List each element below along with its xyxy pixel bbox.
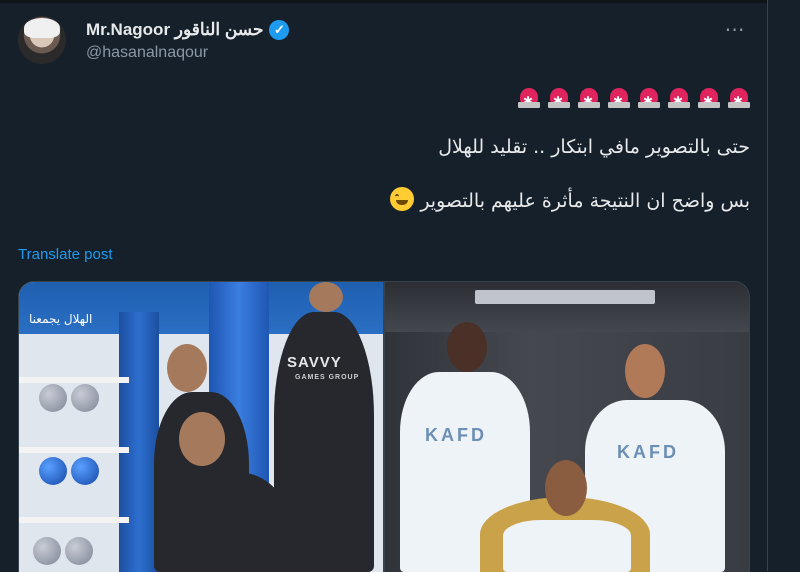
- siren-emoji-icon: [548, 86, 570, 116]
- tweet-text-line-2: بس واضح ان النتيجة مأثرة عليهم بالتصوير: [300, 186, 750, 216]
- shelf: [19, 447, 129, 453]
- player-standing: [274, 312, 374, 572]
- tweet-text: حتى بالتصوير مافي ابتكار .. تقليد للهلال…: [300, 82, 750, 216]
- photo-right[interactable]: KAFD KAFD: [385, 282, 749, 572]
- ball: [33, 537, 61, 565]
- grinning-emoji-icon: [390, 187, 415, 211]
- player-seated: [164, 472, 284, 572]
- jersey-sponsor: KAFD: [617, 442, 679, 462]
- ball: [39, 384, 67, 412]
- tweet-text-line-1: حتى بالتصوير مافي ابتكار .. تقليد للهلال: [438, 136, 750, 158]
- shelf: [19, 377, 129, 383]
- tweet-text-line-2-text: بس واضح ان النتيجة مأثرة عليهم بالتصوير: [420, 190, 750, 212]
- ball: [65, 537, 93, 565]
- player-head: [447, 322, 487, 372]
- author-handle[interactable]: @hasanalnaqour: [86, 44, 208, 62]
- top-edge: [0, 0, 800, 3]
- siren-emoji-icon: [608, 86, 630, 116]
- siren-emoji-icon: [578, 86, 600, 116]
- player-head: [545, 460, 587, 516]
- siren-emoji-icon: [668, 86, 690, 116]
- player-head: [179, 412, 225, 466]
- player-seated-shirt: [503, 520, 631, 572]
- player-head: [625, 344, 665, 398]
- shelf: [19, 517, 129, 523]
- curtain: [119, 312, 159, 572]
- player-head: [309, 282, 343, 312]
- verified-badge-icon: ✓: [269, 20, 290, 40]
- ball: [39, 457, 67, 485]
- siren-emoji-icon: [518, 86, 540, 116]
- banner-text: الهلال يجمعنا: [29, 312, 93, 326]
- right-column-edge: [767, 0, 800, 571]
- media-grid: الهلال يجمعنا SAVVY GAMES GROUP KAFD KAF…: [18, 281, 750, 572]
- avatar[interactable]: [18, 16, 66, 64]
- ball: [71, 457, 99, 485]
- photo-left[interactable]: الهلال يجمعنا SAVVY GAMES GROUP: [19, 282, 383, 572]
- siren-emoji-icon: [638, 86, 660, 116]
- siren-emoji-icon: [728, 86, 750, 116]
- player-head: [167, 344, 207, 392]
- author-name-row[interactable]: Mr.Nagoor حسن الناقور ✓: [86, 18, 290, 42]
- more-options-icon[interactable]: ⋯: [718, 14, 752, 44]
- jersey-sponsor: SAVVY: [287, 354, 342, 371]
- translate-post-link[interactable]: Translate post: [18, 246, 113, 263]
- siren-emoji-icon: [698, 86, 720, 116]
- display-name[interactable]: Mr.Nagoor حسن الناقور: [86, 20, 263, 40]
- jersey-sponsor-sub: GAMES GROUP: [295, 374, 360, 381]
- siren-emoji-row: [300, 86, 750, 116]
- ball: [71, 384, 99, 412]
- jersey-sponsor: KAFD: [425, 425, 487, 445]
- ceiling-light: [475, 290, 655, 304]
